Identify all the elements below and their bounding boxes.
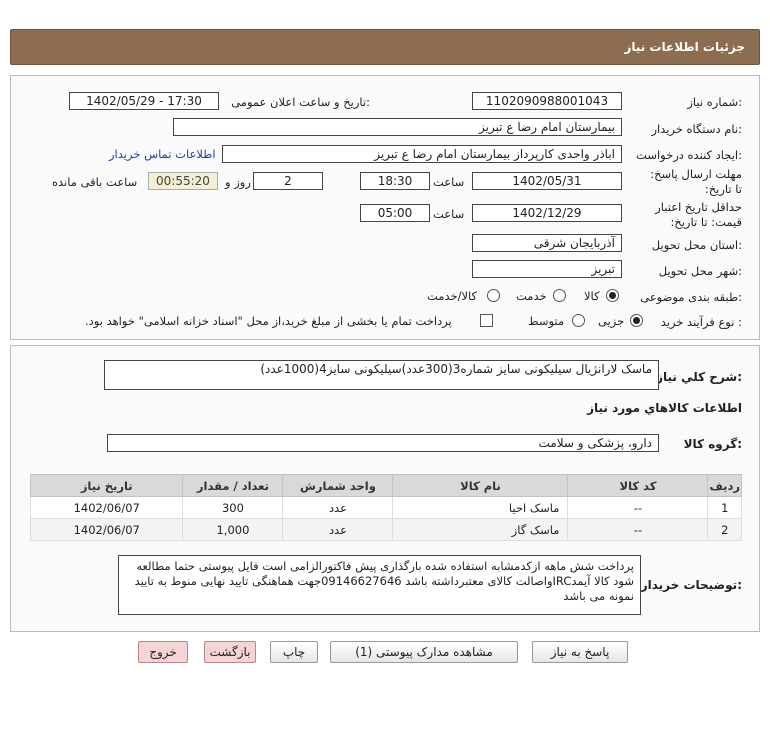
announce-date-label: تاریخ و ساعت اعلان عمومی: <box>231 95 370 109</box>
item-name: ماسک احیا <box>392 496 569 519</box>
col-name-header: نام کالا <box>392 474 569 497</box>
need-number-field: 1102090988001043 <box>472 92 622 110</box>
deadline-date-field: 1402/05/31 <box>472 172 622 190</box>
treasury-payment-checkbox[interactable] <box>480 314 493 327</box>
process-partial-label: جزیی <box>598 314 625 328</box>
validity-time-field: 05:00 <box>360 204 430 222</box>
validity-date-field: 1402/12/29 <box>472 204 622 222</box>
process-medium-radio[interactable] <box>572 314 585 327</box>
print-button[interactable]: چاپ <box>270 641 318 663</box>
col-unit-header: واحد شمارش <box>282 474 394 497</box>
category-goods-service-label: کالا/خدمت <box>427 289 478 303</box>
category-service-label: خدمت <box>516 289 547 303</box>
price-validity-label: حداقل تاریخ اعتبار قیمت: تا تاریخ: <box>655 200 742 229</box>
row-number: 1 <box>707 496 742 519</box>
city-field: تبریز <box>472 260 622 278</box>
process-type-label: نوع فرآیند خرید : <box>660 315 742 329</box>
col-row-header: ردیف <box>707 474 742 497</box>
requester-label: ایجاد کننده درخواست: <box>636 148 742 162</box>
back-button[interactable]: بازگشت <box>204 641 256 663</box>
treasury-payment-note: پرداخت تمام یا بخشی از مبلغ خرید،از محل … <box>85 314 452 328</box>
announce-date-field: 1402/05/29 - 17:30 <box>69 92 219 110</box>
remaining-label: ساعت باقی مانده <box>52 175 138 189</box>
validity-time-label: ساعت <box>433 207 465 221</box>
col-code-header: کد کالا <box>567 474 709 497</box>
remaining-days-field: 2 <box>253 172 323 190</box>
process-medium-label: متوسط <box>528 314 565 328</box>
page-title: جزئیات اطلاعات نیاز <box>624 40 745 54</box>
item-unit: عدد <box>282 496 394 519</box>
item-need-date: 1402/06/07 <box>29 518 184 541</box>
buyer-contact-link[interactable]: اطلاعات تماس خریدار <box>109 147 216 161</box>
item-need-date: 1402/06/07 <box>29 496 184 519</box>
province-label: استان محل تحویل: <box>651 238 742 252</box>
days-label: روز و <box>225 175 251 189</box>
item-code: -- <box>567 518 709 541</box>
deadline-label: مهلت ارسال پاسخ: تا تاریخ: <box>650 167 742 196</box>
city-label: شهر محل تحویل: <box>658 264 742 278</box>
items-table: ردیف کد کالا نام کالا واحد شمارش تعداد /… <box>29 474 742 541</box>
requester-field: اباذر واحدی کارپرداز بیمارستان امام رضا … <box>222 145 622 163</box>
items-section-title: اطلاعات کالاهاي مورد نياز <box>587 401 742 415</box>
buyer-org-field: بیمارستان امام رضا ع تبریز <box>173 118 622 136</box>
category-service-radio[interactable] <box>553 289 566 302</box>
item-unit: عدد <box>282 518 394 541</box>
buyer-notes-field: پرداخت شش ماهه ازکدمشابه استفاده شده بار… <box>118 555 641 615</box>
page-header: جزئیات اطلاعات نیاز <box>10 29 760 65</box>
summary-field: ماسک لارانژیال سیلیکونی سایز شماره3(300ع… <box>104 360 659 390</box>
row-number: 2 <box>707 518 742 541</box>
category-goods-service-radio[interactable] <box>487 289 500 302</box>
table-row: 2 -- ماسک گاز عدد 1,000 1402/06/07 <box>29 518 742 541</box>
item-name: ماسک گاز <box>392 518 569 541</box>
exit-button[interactable]: خروج <box>138 641 188 663</box>
item-group-label: گروه کالا: <box>683 437 742 451</box>
table-header-row: ردیف کد کالا نام کالا واحد شمارش تعداد /… <box>29 474 742 497</box>
category-goods-label: کالا <box>584 289 600 303</box>
deadline-time-field: 18:30 <box>360 172 430 190</box>
view-attachments-button[interactable]: مشاهده مدارک پیوستی (1) <box>330 641 518 663</box>
reply-button[interactable]: پاسخ به نیاز <box>532 641 628 663</box>
buyer-org-label: نام دستگاه خریدار: <box>651 122 742 136</box>
need-number-label: شماره نیاز: <box>687 95 742 109</box>
table-row: 1 -- ماسک احیا عدد 300 1402/06/07 <box>29 496 742 519</box>
remaining-time-field: 00:55:20 <box>148 172 218 190</box>
category-label: طبقه بندی موضوعی: <box>640 290 742 304</box>
summary-label: شرح کلي نياز: <box>656 370 742 384</box>
col-date-header: تاریخ نیاز <box>29 474 184 497</box>
process-partial-radio[interactable] <box>630 314 643 327</box>
buyer-notes-label: توضیحات خریدار: <box>640 578 742 592</box>
item-quantity: 300 <box>182 496 284 519</box>
col-qty-header: تعداد / مقدار <box>182 474 284 497</box>
item-code: -- <box>567 496 709 519</box>
category-goods-radio[interactable] <box>606 289 619 302</box>
deadline-time-label: ساعت <box>433 175 465 189</box>
item-quantity: 1,000 <box>182 518 284 541</box>
item-group-field: دارو، پزشکی و سلامت <box>107 434 659 452</box>
province-field: آذربایجان شرقی <box>472 234 622 252</box>
